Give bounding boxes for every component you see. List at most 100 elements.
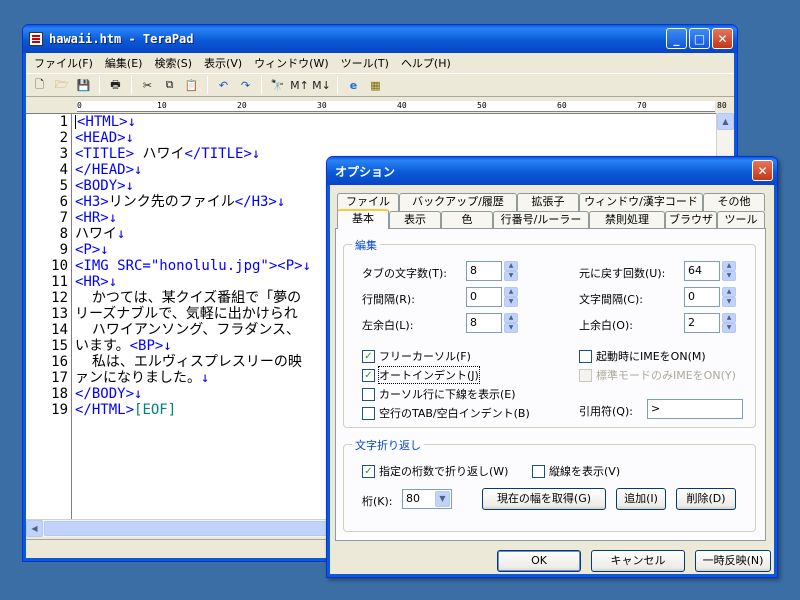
left-margin-value[interactable]: 8 bbox=[466, 313, 502, 333]
new-file-icon[interactable]: 🗋 bbox=[30, 76, 49, 95]
column-select[interactable]: 80 ▼ bbox=[402, 489, 452, 509]
menu-help[interactable]: ヘルプ(H) bbox=[395, 55, 457, 71]
dialog-close-button[interactable]: ✕ bbox=[752, 160, 773, 181]
print-icon[interactable]: 🖶 bbox=[106, 76, 125, 95]
spin-down-icon[interactable]: ▼ bbox=[722, 323, 736, 333]
cursor-underline-checkbox[interactable]: カーソル行に下線を表示(E) bbox=[362, 386, 516, 402]
top-margin-spinner[interactable]: 2 ▲ ▼ bbox=[684, 313, 736, 333]
checkbox-unchecked-icon[interactable] bbox=[362, 406, 375, 420]
close-button[interactable]: ✕ bbox=[712, 28, 733, 49]
eol-mark: ↓ bbox=[276, 194, 286, 210]
auto-indent-checkbox[interactable]: ✓ オートインデント(J) bbox=[362, 366, 480, 384]
checkbox-unchecked-icon[interactable] bbox=[532, 464, 545, 478]
spin-down-icon[interactable]: ▼ bbox=[504, 271, 518, 281]
tab-basic[interactable]: 基本 bbox=[337, 209, 389, 229]
color-icon[interactable]: ▦ bbox=[366, 76, 385, 95]
tab-width-spinner[interactable]: 8 ▲ ▼ bbox=[466, 261, 518, 281]
spin-up-icon[interactable]: ▲ bbox=[722, 261, 736, 271]
checkbox-unchecked-icon[interactable] bbox=[362, 387, 375, 401]
spin-up-icon[interactable]: ▲ bbox=[504, 313, 518, 323]
dialog-title-bar[interactable]: オプション ✕ bbox=[327, 157, 777, 185]
find-icon[interactable]: 🔭 bbox=[268, 76, 287, 95]
tab-kinsoku[interactable]: 禁則処理 bbox=[589, 211, 665, 229]
terapad-app-icon[interactable] bbox=[29, 32, 43, 46]
line-spacing-value[interactable]: 0 bbox=[466, 287, 502, 307]
line-number: 18 bbox=[51, 386, 68, 402]
title-bar[interactable]: hawaii.htm - TeraPad _ □ ✕ bbox=[23, 25, 737, 53]
spin-up-icon[interactable]: ▲ bbox=[722, 287, 736, 297]
maximize-button[interactable]: □ bbox=[689, 28, 710, 49]
char-spacing-value[interactable]: 0 bbox=[684, 287, 720, 307]
checkbox-checked-icon[interactable]: ✓ bbox=[362, 464, 375, 478]
cancel-button[interactable]: キャンセル bbox=[591, 550, 685, 572]
undo-icon[interactable]: ↶ bbox=[214, 76, 233, 95]
menu-edit[interactable]: 編集(E) bbox=[99, 55, 149, 71]
add-button[interactable]: 追加(I) bbox=[616, 488, 666, 510]
save-icon[interactable]: 💾 bbox=[74, 76, 93, 95]
ime-on-start-checkbox[interactable]: 起動時にIMEをON(M) bbox=[579, 348, 706, 364]
tab-width-value[interactable]: 8 bbox=[466, 261, 502, 281]
undo-count-value[interactable]: 64 bbox=[684, 261, 720, 281]
menu-search[interactable]: 検索(S) bbox=[148, 55, 198, 71]
scroll-left-arrow[interactable]: ◀ bbox=[26, 520, 43, 537]
checkbox-checked-icon[interactable]: ✓ bbox=[362, 349, 375, 363]
delete-button[interactable]: 削除(D) bbox=[676, 488, 736, 510]
spin-up-icon[interactable]: ▲ bbox=[504, 287, 518, 297]
spin-up-icon[interactable]: ▲ bbox=[504, 261, 518, 271]
checkbox-unchecked-icon[interactable] bbox=[579, 349, 592, 363]
spin-down-icon[interactable]: ▼ bbox=[504, 297, 518, 307]
find-next-icon[interactable]: M↑ bbox=[290, 76, 309, 95]
copy-icon[interactable]: ⧉ bbox=[160, 76, 179, 95]
top-margin-value[interactable]: 2 bbox=[684, 313, 720, 333]
tab-window-kanji-code[interactable]: ウィンドウ/漢字コード bbox=[579, 193, 703, 211]
line-number: 3 bbox=[59, 146, 68, 162]
menu-tools[interactable]: ツール(T) bbox=[335, 55, 395, 71]
line-number: 19 bbox=[51, 402, 68, 418]
show-vertical-line-checkbox[interactable]: 縦線を表示(V) bbox=[532, 463, 620, 479]
tab-display[interactable]: 表示 bbox=[389, 211, 441, 229]
tab-extensions[interactable]: 拡張子 bbox=[517, 193, 579, 211]
code-line[interactable]: <HEAD>↓ bbox=[75, 130, 716, 146]
free-cursor-checkbox[interactable]: ✓ フリーカーソル(F) bbox=[362, 348, 471, 364]
tab-tools[interactable]: ツール bbox=[717, 211, 765, 229]
line-spacing-spinner[interactable]: 0 ▲ ▼ bbox=[466, 287, 518, 307]
left-margin-spinner[interactable]: 8 ▲ ▼ bbox=[466, 313, 518, 333]
scroll-thumb[interactable] bbox=[44, 521, 334, 536]
scroll-up-arrow[interactable]: ▲ bbox=[717, 113, 734, 130]
wrap-at-column-checkbox[interactable]: ✓ 指定の桁数で折り返し(W) bbox=[362, 463, 508, 479]
undo-count-spinner[interactable]: 64 ▲ ▼ bbox=[684, 261, 736, 281]
spin-up-icon[interactable]: ▲ bbox=[722, 313, 736, 323]
wrap-at-column-label: 指定の桁数で折り返し(W) bbox=[379, 465, 509, 478]
minimize-button[interactable]: _ bbox=[666, 28, 687, 49]
char-spacing-spinner[interactable]: 0 ▲ ▼ bbox=[684, 287, 736, 307]
blank-tab-indent-checkbox[interactable]: 空行のTAB/空白インデント(B) bbox=[362, 405, 530, 421]
spin-down-icon[interactable]: ▼ bbox=[722, 297, 736, 307]
find-prev-icon[interactable]: M↓ bbox=[312, 76, 331, 95]
menu-view[interactable]: 表示(V) bbox=[198, 55, 248, 71]
code-line[interactable]: <HTML>↓ bbox=[75, 114, 716, 130]
browser-icon[interactable]: e bbox=[344, 76, 363, 95]
tab-browser[interactable]: ブラウザ bbox=[665, 211, 717, 229]
quote-input[interactable]: > bbox=[647, 399, 743, 419]
line-number: 13 bbox=[51, 306, 68, 322]
tab-line-number-ruler[interactable]: 行番号/ルーラー bbox=[493, 211, 589, 229]
eol-mark: ↓ bbox=[127, 114, 137, 130]
menu-file[interactable]: ファイル(F) bbox=[28, 55, 99, 71]
chevron-down-icon[interactable]: ▼ bbox=[435, 491, 450, 507]
tab-backup-history[interactable]: バックアップ/履歴 bbox=[399, 193, 517, 211]
paste-icon[interactable]: 📋 bbox=[182, 76, 201, 95]
tab-other[interactable]: その他 bbox=[703, 193, 765, 211]
eol-mark: ↓ bbox=[163, 338, 172, 354]
menu-window[interactable]: ウィンドウ(W) bbox=[248, 55, 334, 71]
cut-icon[interactable]: ✂ bbox=[138, 76, 157, 95]
tab-color[interactable]: 色 bbox=[441, 211, 493, 229]
open-folder-icon[interactable]: 🗁 bbox=[52, 76, 71, 95]
apply-button[interactable]: 一時反映(N) bbox=[695, 550, 771, 572]
ok-button[interactable]: OK bbox=[497, 550, 581, 572]
checkbox-disabled-icon bbox=[579, 368, 592, 382]
redo-icon[interactable]: ↷ bbox=[236, 76, 255, 95]
get-width-button[interactable]: 現在の幅を取得(G) bbox=[482, 488, 606, 510]
spin-down-icon[interactable]: ▼ bbox=[722, 271, 736, 281]
spin-down-icon[interactable]: ▼ bbox=[504, 323, 518, 333]
checkbox-checked-icon[interactable]: ✓ bbox=[362, 368, 375, 382]
